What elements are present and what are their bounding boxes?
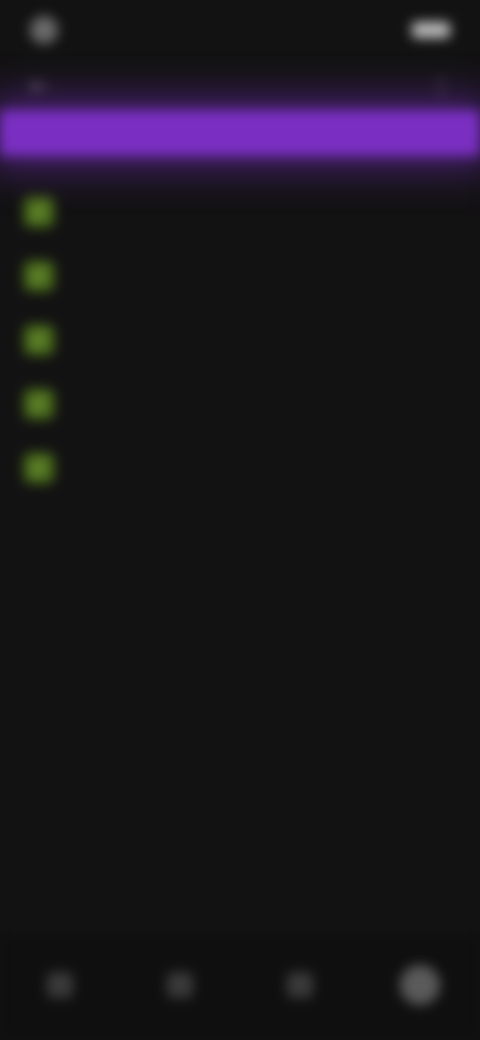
nav-item-1[interactable] [20,948,100,1028]
purple-banner[interactable] [0,110,480,156]
list-item[interactable]: ✓ [24,308,456,372]
nav-icon-3 [287,972,313,998]
nav-item-2[interactable] [140,948,220,1028]
status-left [30,16,68,44]
status-right [402,22,450,38]
checklist: ✓ ✓ ✓ ✓ ✓ [0,180,480,500]
bottom-navigation [0,936,480,1040]
nav-icon-2 [167,972,193,998]
nav-icon-1 [47,972,73,998]
battery-icon [412,22,450,38]
nav-icon-4 [400,965,440,1005]
list-item[interactable]: ✓ [24,372,456,436]
notification-icon [30,16,58,44]
checkbox-icon[interactable]: ✓ [24,197,54,227]
more-options-icon[interactable]: ⋮ [428,73,454,99]
app-bar: ← ⋮ [0,60,480,112]
checkbox-icon[interactable]: ✓ [24,453,54,483]
checkbox-icon[interactable]: ✓ [24,261,54,291]
status-bar [0,0,480,60]
nav-item-4[interactable] [380,948,460,1028]
list-item[interactable]: ✓ [24,436,456,500]
checkbox-icon[interactable]: ✓ [24,389,54,419]
list-item[interactable]: ✓ [24,244,456,308]
back-arrow-icon[interactable]: ← [26,73,52,99]
list-item[interactable]: ✓ [24,180,456,244]
checkbox-icon[interactable]: ✓ [24,325,54,355]
nav-item-3[interactable] [260,948,340,1028]
